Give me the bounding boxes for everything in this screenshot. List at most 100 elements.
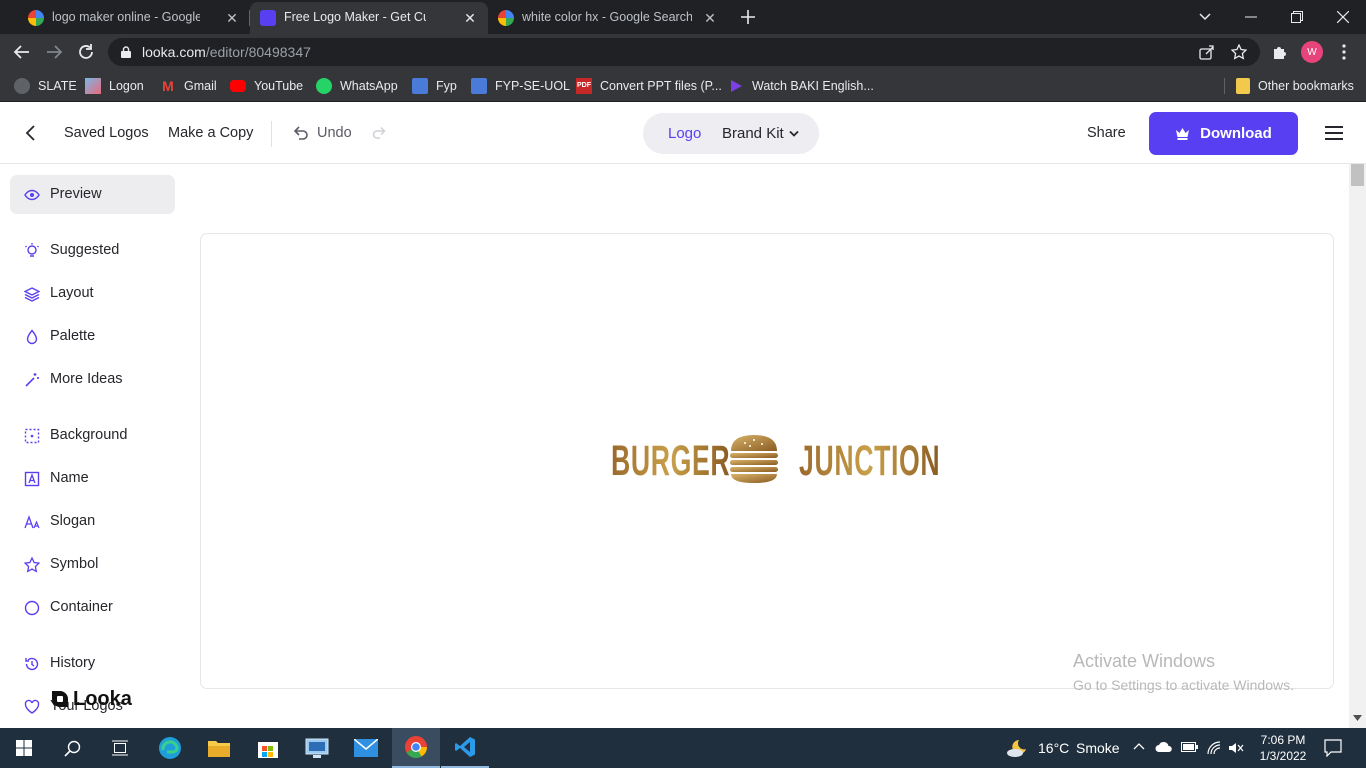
- sidebar-item-name[interactable]: Name: [10, 459, 175, 498]
- remote-desktop-icon[interactable]: [293, 728, 341, 768]
- search-icon[interactable]: [48, 728, 96, 768]
- new-tab-icon[interactable]: [725, 0, 771, 34]
- sidebar-item-more-ideas[interactable]: More Ideas: [10, 360, 175, 399]
- bookmark-youtube[interactable]: YouTube: [230, 77, 303, 95]
- bookmark-logon[interactable]: Logon: [85, 77, 144, 95]
- tray-chevron-up-icon[interactable]: [1133, 741, 1145, 753]
- back-arrow-icon[interactable]: [13, 43, 31, 61]
- logo-name-right[interactable]: JUNCTION: [799, 437, 940, 486]
- bookmark-fyp[interactable]: Fyp: [412, 77, 457, 95]
- volume-muted-icon[interactable]: [1228, 740, 1244, 756]
- looka-wordmark: Looka: [73, 687, 132, 710]
- logo-tab[interactable]: Logo: [668, 125, 701, 142]
- reload-icon[interactable]: [77, 43, 95, 61]
- onedrive-cloud-icon[interactable]: [1155, 741, 1173, 753]
- tab-title: logo maker online - Google Sear: [52, 10, 200, 24]
- start-button[interactable]: [0, 728, 48, 768]
- wifi-icon[interactable]: [1206, 740, 1222, 756]
- bookmark-label: FYP-SE-UOL: [495, 79, 571, 93]
- redo-icon[interactable]: [371, 125, 387, 141]
- weather-temperature[interactable]: 16°C: [1038, 740, 1069, 756]
- tab-search-chevron-icon[interactable]: [1182, 0, 1228, 34]
- windows-taskbar: 16°C Smoke 7:06 PM 1/3/2022: [0, 728, 1366, 768]
- close-tab-icon[interactable]: ✕: [224, 10, 240, 26]
- scroll-down-arrow-icon[interactable]: [1353, 715, 1362, 721]
- bookmark-watch-baki[interactable]: Watch BAKI English...: [728, 77, 874, 95]
- hamburger-menu-icon[interactable]: [1325, 125, 1343, 141]
- scrollbar-thumb[interactable]: [1351, 164, 1364, 186]
- sidebar-item-history[interactable]: History: [10, 644, 175, 683]
- vscode-icon[interactable]: [441, 728, 489, 768]
- lightbulb-icon: [25, 243, 39, 257]
- extensions-puzzle-icon[interactable]: [1271, 43, 1289, 61]
- sidebar-item-label: Symbol: [50, 556, 99, 572]
- tab-looka-editor[interactable]: Free Logo Maker - Get Custom Lo ✕: [250, 2, 488, 34]
- folder-icon: [1236, 78, 1250, 94]
- bookmark-label: Watch BAKI English...: [752, 79, 874, 93]
- bookmarks-bar: SLATE Logon M Gmail YouTube WhatsApp Fyp …: [0, 70, 1366, 102]
- logo-canvas[interactable]: BURGER JUNCTION: [200, 233, 1334, 689]
- logo-name-left[interactable]: BURGER: [611, 437, 730, 486]
- page-scrollbar[interactable]: [1349, 164, 1366, 728]
- battery-icon[interactable]: [1181, 741, 1199, 753]
- undo-button[interactable]: Undo: [317, 125, 352, 141]
- sidebar-item-palette[interactable]: Palette: [10, 317, 175, 356]
- microsoft-store-icon[interactable]: [244, 728, 292, 768]
- sidebar-item-preview[interactable]: Preview: [10, 175, 175, 214]
- task-view-icon[interactable]: [96, 728, 144, 768]
- mail-icon[interactable]: [342, 728, 390, 768]
- sidebar-item-symbol[interactable]: Symbol: [10, 545, 175, 584]
- forward-arrow-icon[interactable]: [45, 43, 63, 61]
- star-icon: [24, 557, 40, 573]
- profile-avatar[interactable]: W: [1301, 41, 1323, 63]
- bookmark-gmail[interactable]: M Gmail: [160, 77, 217, 95]
- sidebar-item-layout[interactable]: Layout: [10, 274, 175, 313]
- burger-stack-icon[interactable]: [727, 433, 781, 485]
- weather-condition[interactable]: Smoke: [1076, 740, 1120, 756]
- magic-wand-icon: [25, 373, 39, 387]
- edge-browser-icon[interactable]: [146, 728, 194, 768]
- make-copy-link[interactable]: Make a Copy: [168, 125, 253, 141]
- notifications-icon[interactable]: [1324, 739, 1342, 757]
- watermark-title: Activate Windows: [1073, 651, 1216, 671]
- other-bookmarks[interactable]: Other bookmarks: [1236, 77, 1354, 95]
- close-tab-icon[interactable]: ✕: [702, 10, 718, 26]
- bookmark-star-icon[interactable]: [1231, 44, 1247, 60]
- file-explorer-icon[interactable]: [195, 728, 243, 768]
- share-button[interactable]: Share: [1087, 125, 1126, 141]
- sidebar-item-slogan[interactable]: Slogan: [10, 502, 175, 541]
- saved-logos-link[interactable]: Saved Logos: [64, 125, 149, 141]
- brand-kit-tab[interactable]: Brand Kit: [722, 125, 784, 142]
- play-icon: [728, 78, 744, 94]
- close-window-icon[interactable]: [1320, 0, 1366, 34]
- tab-google-search-white-color[interactable]: white color hx - Google Search ✕: [488, 2, 730, 34]
- bookmarks-divider: [1224, 78, 1225, 94]
- tab-google-search-logo-maker[interactable]: logo maker online - Google Sear ✕: [8, 2, 250, 34]
- weather-moon-cloud-icon[interactable]: [1006, 738, 1028, 758]
- lock-icon[interactable]: [121, 46, 131, 58]
- sidebar-item-container[interactable]: Container: [10, 588, 175, 627]
- sidebar-item-background[interactable]: Background: [10, 416, 175, 455]
- share-page-icon[interactable]: [1199, 44, 1215, 60]
- download-button[interactable]: Download: [1149, 112, 1298, 155]
- bookmark-label: Logon: [109, 79, 144, 93]
- header-divider: [271, 121, 272, 147]
- sidebar-item-label: More Ideas: [50, 371, 123, 387]
- back-chevron-icon[interactable]: [22, 124, 40, 142]
- bookmark-convert-ppt[interactable]: PDF Convert PPT files (P...: [576, 77, 722, 95]
- bookmark-whatsapp[interactable]: WhatsApp: [316, 77, 398, 95]
- clock[interactable]: 7:06 PM 1/3/2022: [1258, 732, 1308, 764]
- youtube-icon: [230, 80, 246, 92]
- restore-icon[interactable]: [1274, 0, 1320, 34]
- undo-icon[interactable]: [292, 124, 310, 142]
- bookmark-fyp-se-uol[interactable]: FYP-SE-UOL: [471, 77, 570, 95]
- background-grid-icon: [24, 428, 40, 444]
- close-tab-icon[interactable]: ✕: [462, 10, 478, 26]
- minimize-icon[interactable]: [1228, 0, 1274, 34]
- chrome-taskbar-icon[interactable]: [392, 728, 440, 768]
- address-bar[interactable]: looka.com/editor/80498347: [108, 38, 1260, 66]
- bookmark-slate[interactable]: SLATE: [14, 77, 77, 95]
- google-icon: [28, 10, 44, 26]
- chrome-menu-icon[interactable]: [1335, 43, 1353, 61]
- sidebar-item-suggested[interactable]: Suggested: [10, 231, 175, 270]
